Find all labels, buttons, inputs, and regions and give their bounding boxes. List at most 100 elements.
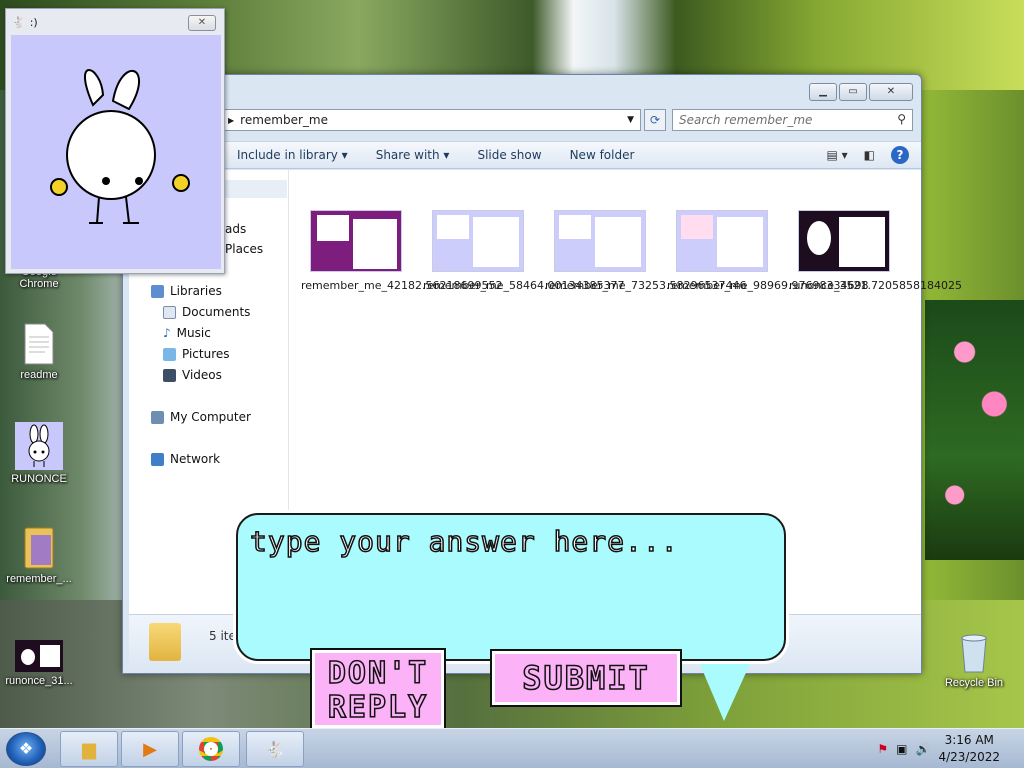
bunny-window: 🐇 :) ✕ [5, 8, 225, 274]
include-in-library-label: Include in library [237, 148, 338, 162]
folder-icon [19, 526, 59, 570]
file-item[interactable]: remember_me_58464.00134385377 [423, 210, 625, 293]
desktop-icon-remember-label: remember_... [6, 573, 72, 585]
network-icon [151, 452, 164, 466]
desktop-icon-readme-label: readme [20, 369, 58, 381]
image-file-icon [15, 640, 63, 672]
desktop-icon-recycle-bin[interactable]: Recycle Bin [938, 630, 1010, 689]
taskbar-explorer[interactable]: ▆ [60, 731, 118, 767]
search-input[interactable]: Search remember_me ⚲ [672, 109, 913, 131]
desktop-icon-runonce-image-label: runonce_31... [5, 675, 73, 687]
nav-documents-label: Documents [182, 305, 251, 319]
nav-item-downloads[interactable]: ads [225, 222, 246, 236]
volume-icon[interactable]: 🔊 [916, 742, 931, 756]
refresh-button[interactable]: ⟳ [644, 109, 666, 131]
nav-pictures-label: Pictures [182, 347, 230, 361]
taskbar-bunny-app[interactable]: 🐇 [246, 731, 304, 767]
bunny-canvas [11, 35, 221, 269]
view-options-icon[interactable]: ▤ ▾ [826, 148, 847, 162]
nav-item-music[interactable]: ♪ Music [163, 326, 211, 340]
folder-icon: ▆ [82, 738, 96, 760]
desktop-icon-runonce[interactable]: RUNONCE [3, 422, 75, 485]
nav-libraries-label: Libraries [170, 284, 222, 298]
file-item[interactable]: remember_me_98969.97698334698 [667, 210, 869, 293]
taskbar: ❖ ▆ ▶ 🐇 ⚑ ▣ 🔊 3:16 AM 4/23/2022 [0, 728, 1024, 768]
clock[interactable]: 3:16 AM 4/23/2022 [938, 732, 1000, 766]
bunny-title-icon: 🐇 [12, 15, 26, 29]
file-thumbnail [432, 210, 524, 272]
taskbar-chrome[interactable] [182, 731, 240, 767]
nav-selection [221, 180, 287, 198]
file-name: remember_me_98969.97698334698 [667, 279, 869, 292]
breadcrumb[interactable]: remember_me [240, 113, 328, 127]
close-button[interactable]: ✕ [869, 83, 913, 101]
recycle-bin-icon [954, 630, 994, 674]
chrome-icon [199, 737, 223, 761]
wallpaper-flowers [925, 300, 1024, 560]
start-button[interactable]: ❖ [6, 732, 46, 766]
address-bar[interactable]: ▶ remember_me ▼ [221, 109, 641, 131]
nav-item-pictures[interactable]: Pictures [163, 347, 230, 361]
network-icon[interactable]: ▣ [896, 742, 907, 756]
desktop-icon-remember-folder[interactable]: remember_... [3, 526, 75, 585]
bunny-window-titlebar[interactable]: 🐇 :) ✕ [6, 9, 224, 35]
bunny-app-icon [15, 422, 63, 470]
nav-item-my-computer[interactable]: My Computer [151, 410, 251, 424]
file-item[interactable]: remember_me_73253.58296537446 [545, 210, 747, 293]
file-name: remember_me_73253.58296537446 [545, 279, 747, 292]
computer-icon [151, 410, 164, 424]
clock-time: 3:16 AM [944, 733, 994, 747]
file-item[interactable]: remember_me_42182.56218699552 [301, 210, 502, 293]
nav-computer-label: My Computer [170, 410, 251, 424]
bunny-window-title: :) [29, 15, 38, 29]
file-thumbnail [554, 210, 646, 272]
dont-reply-button[interactable]: DON'T REPLY [310, 648, 446, 730]
submit-button[interactable]: SUBMIT [490, 649, 682, 707]
file-item[interactable]: runonce_3521.7205858184025 [789, 210, 962, 293]
nav-item-recent-places[interactable]: Places [225, 242, 263, 256]
new-folder-button[interactable]: New folder [570, 148, 635, 162]
media-player-icon: ▶ [143, 738, 157, 760]
file-thumbnail [798, 210, 890, 272]
action-center-icon[interactable]: ⚑ [877, 742, 888, 756]
minimize-button[interactable]: ▁ [809, 83, 837, 101]
speech-bubble-tail [696, 655, 754, 721]
videos-icon [163, 368, 176, 382]
bunny-illustration [50, 69, 190, 224]
bunny-app-icon: 🐇 [265, 739, 285, 759]
taskbar-media-player[interactable]: ▶ [121, 731, 179, 767]
nav-music-label: Music [176, 326, 211, 340]
file-name: remember_me_58464.00134385377 [423, 279, 625, 292]
command-bar: Include in library ▾ Share with ▾ Slide … [123, 141, 921, 169]
search-icon[interactable]: ⚲ [897, 112, 906, 126]
address-dropdown-icon[interactable]: ▼ [627, 115, 634, 125]
answer-input[interactable]: type your answer here... [249, 524, 679, 559]
help-icon[interactable]: ? [891, 146, 909, 164]
nav-item-videos[interactable]: Videos [163, 368, 222, 382]
desktop-icon-recycle-bin-label: Recycle Bin [944, 677, 1004, 689]
desktop-icon-runonce-image[interactable]: runonce_31... [3, 640, 75, 687]
nav-network-label: Network [170, 452, 221, 466]
text-file-icon [19, 322, 59, 366]
share-with-button[interactable]: Share with ▾ [376, 148, 450, 162]
file-thumbnail [310, 210, 402, 272]
include-in-library-button[interactable]: Include in library ▾ [237, 148, 348, 162]
bunny-close-button[interactable]: ✕ [188, 15, 216, 31]
maximize-button[interactable]: ▭ [839, 83, 867, 101]
file-name: runonce_3521.7205858184025 [789, 279, 962, 292]
nav-item-network[interactable]: Network [151, 452, 220, 466]
desktop-icon-runonce-label: RUNONCE [11, 473, 67, 485]
nav-videos-label: Videos [182, 368, 222, 382]
slide-show-button[interactable]: Slide show [477, 148, 541, 162]
pictures-icon [163, 347, 176, 361]
documents-icon [163, 305, 176, 319]
clock-date: 4/23/2022 [938, 750, 1000, 764]
answer-speech-bubble[interactable]: type your answer here... [236, 513, 786, 661]
breadcrumb-arrow-icon: ▶ [228, 115, 235, 125]
dont-reply-line1: DON'T [327, 656, 429, 692]
desktop-icon-readme[interactable]: readme [3, 322, 75, 381]
preview-pane-icon[interactable]: ◧ [864, 148, 875, 162]
nav-item-libraries[interactable]: Libraries [151, 284, 222, 298]
item-count: 5 ite [209, 629, 236, 643]
nav-item-documents[interactable]: Documents [163, 305, 250, 319]
